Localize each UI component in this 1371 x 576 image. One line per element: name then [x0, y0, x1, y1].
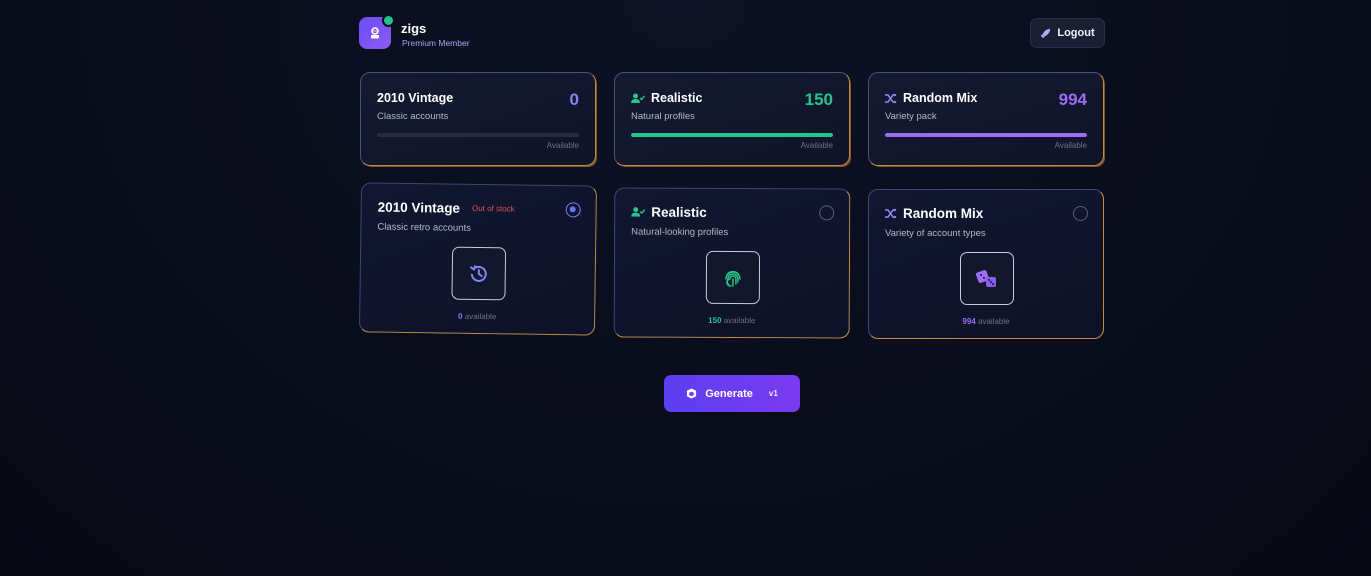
- username: zigs: [401, 21, 427, 36]
- out-of-stock-badge: Out of stock: [471, 203, 515, 214]
- cube-icon: [687, 388, 697, 399]
- stat-subtitle: Natural profiles: [631, 111, 695, 122]
- user-check-icon: [631, 207, 646, 217]
- stat-title: Realistic: [631, 91, 702, 105]
- option-availability: 0 available: [360, 310, 594, 322]
- stat-subtitle: Variety pack: [885, 111, 937, 122]
- option-subtitle: Natural-looking profiles: [631, 226, 729, 238]
- shuffle-icon: [885, 208, 897, 219]
- stat-title-text: Random Mix: [903, 91, 978, 105]
- app-root: zigs Premium Member Logout 2010 Vintage …: [358, 0, 1105, 576]
- option-count: 994: [962, 317, 976, 326]
- header: zigs Premium Member Logout: [359, 14, 1105, 54]
- option-card-random[interactable]: Random Mix Variety of account types 994 …: [868, 189, 1104, 339]
- option-availability: 994 available: [869, 317, 1103, 326]
- stat-title: Random Mix: [885, 91, 977, 105]
- option-subtitle: Classic retro accounts: [377, 221, 471, 234]
- option-title-text: Realistic: [651, 204, 707, 220]
- stat-available-label: Available: [546, 141, 579, 150]
- history-icon: [469, 264, 487, 282]
- stat-title: 2010 Vintage: [377, 91, 453, 105]
- option-count: 150: [708, 315, 722, 325]
- option-available-label: available: [978, 317, 1010, 326]
- stat-card-vintage: 2010 Vintage Classic accounts 0 Availabl…: [360, 72, 596, 166]
- option-subtitle: Variety of account types: [885, 228, 986, 239]
- stat-subtitle: Classic accounts: [377, 111, 449, 122]
- stat-progress-bar: [377, 133, 579, 137]
- logout-label: Logout: [1057, 27, 1095, 39]
- stat-title-text: Realistic: [651, 91, 703, 105]
- generate-button[interactable]: Generate v1: [664, 375, 800, 412]
- option-card-realistic[interactable]: Realistic Natural-looking profiles 150 a…: [613, 187, 851, 339]
- avatar[interactable]: [359, 14, 395, 49]
- option-title-text: Random Mix: [903, 206, 984, 221]
- shuffle-icon: [885, 93, 897, 103]
- option-title: 2010 Vintage Out of stock: [378, 200, 515, 217]
- version-badge: v1: [768, 389, 778, 398]
- fingerprint-icon: [725, 270, 741, 287]
- option-card-vintage[interactable]: 2010 Vintage Out of stock Classic retro …: [358, 182, 598, 336]
- user-robot-icon: [371, 27, 379, 39]
- logout-button[interactable]: Logout: [1030, 18, 1105, 48]
- dice-icon: [976, 269, 996, 287]
- rocket-icon: [1041, 28, 1051, 38]
- option-available-label: available: [464, 311, 497, 322]
- stat-title-text: 2010 Vintage: [377, 91, 454, 105]
- option-count: 0: [457, 311, 463, 321]
- option-icon-box: [451, 246, 507, 301]
- option-radio[interactable]: [1073, 206, 1088, 221]
- stat-available-label: Available: [1054, 141, 1087, 150]
- stat-count: 0: [569, 90, 579, 109]
- option-radio[interactable]: [565, 202, 581, 218]
- option-title: Realistic: [631, 205, 707, 220]
- online-status-dot: [382, 14, 395, 27]
- generate-label: Generate: [705, 387, 753, 400]
- stat-progress-fill: [631, 133, 833, 137]
- stat-count: 150: [804, 90, 833, 109]
- membership-label: Premium Member: [402, 38, 470, 48]
- stat-card-realistic: Realistic Natural profiles 150 Available: [614, 72, 850, 166]
- user-check-icon: [631, 93, 645, 103]
- stat-progress-bar: [631, 133, 833, 137]
- option-radio[interactable]: [819, 205, 835, 221]
- option-icon-box: [705, 250, 761, 305]
- stat-progress-bar: [885, 133, 1087, 137]
- stat-progress-fill: [885, 133, 1087, 137]
- option-title: Random Mix: [885, 206, 983, 221]
- stat-available-label: Available: [800, 141, 833, 150]
- stat-count: 994: [1058, 90, 1087, 109]
- option-icon-box: [960, 252, 1014, 305]
- option-availability: 150 available: [615, 315, 849, 325]
- option-available-label: available: [723, 315, 756, 326]
- stat-card-random: Random Mix Variety pack 994 Available: [868, 72, 1104, 166]
- option-title-text: 2010 Vintage: [377, 199, 461, 216]
